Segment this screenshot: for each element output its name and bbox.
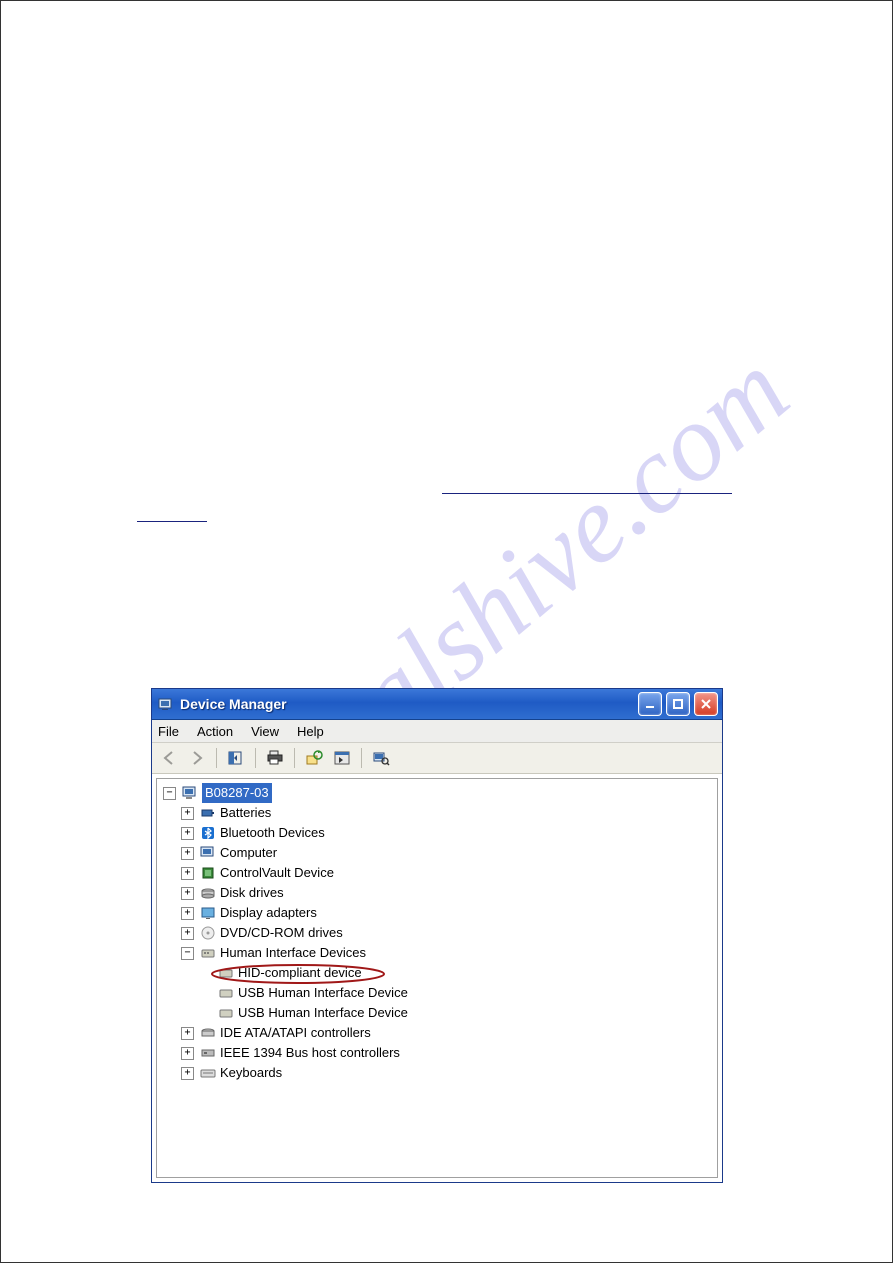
node-label: Bluetooth Devices xyxy=(220,823,325,843)
expander-icon[interactable]: + xyxy=(181,907,194,920)
expander-icon[interactable]: + xyxy=(181,887,194,900)
bluetooth-icon xyxy=(200,825,216,841)
window-controls xyxy=(638,692,718,716)
menubar: File Action View Help xyxy=(152,720,722,743)
tree-node-display[interactable]: + Display adapters xyxy=(157,903,717,923)
app-icon xyxy=(158,696,174,712)
battery-icon xyxy=(200,805,216,821)
scan-hardware-button[interactable] xyxy=(368,745,394,771)
toolbar-separator xyxy=(216,748,217,768)
ide-controller-icon xyxy=(200,1025,216,1041)
tree-node-keyboards[interactable]: + Keyboards xyxy=(157,1063,717,1083)
node-label: Batteries xyxy=(220,803,271,823)
optical-drive-icon xyxy=(200,925,216,941)
firewire-icon xyxy=(200,1045,216,1061)
tree-node-bluetooth[interactable]: + Bluetooth Devices xyxy=(157,823,717,843)
hid-device-icon xyxy=(218,985,234,1001)
tree-node-computer[interactable]: + Computer xyxy=(157,843,717,863)
device-manager-window: Device Manager File Action V xyxy=(151,688,723,1183)
node-label: Keyboards xyxy=(220,1063,282,1083)
node-label: Human Interface Devices xyxy=(220,943,366,963)
node-label: USB Human Interface Device xyxy=(238,1003,408,1023)
tree-node-dvd-cd[interactable]: + DVD/CD-ROM drives xyxy=(157,923,717,943)
expander-icon[interactable]: + xyxy=(181,807,194,820)
device-tree[interactable]: − B08287-03 + Batteries + xyxy=(156,778,718,1178)
node-label: USB Human Interface Device xyxy=(238,983,408,1003)
menu-file[interactable]: File xyxy=(158,724,179,739)
node-label: IEEE 1394 Bus host controllers xyxy=(220,1043,400,1063)
tree-root[interactable]: − B08287-03 xyxy=(157,783,717,803)
toolbar-separator-4 xyxy=(361,748,362,768)
menu-help[interactable]: Help xyxy=(297,724,324,739)
expander-icon[interactable]: − xyxy=(163,787,176,800)
maximize-button[interactable] xyxy=(666,692,690,716)
computer-icon xyxy=(200,845,216,861)
expander-icon[interactable]: − xyxy=(181,947,194,960)
display-icon xyxy=(200,905,216,921)
titlebar[interactable]: Device Manager xyxy=(152,689,722,720)
window-title: Device Manager xyxy=(180,696,638,712)
chip-icon xyxy=(200,865,216,881)
tree-node-hid[interactable]: − Human Interface Devices xyxy=(157,943,717,963)
tree-node-ieee1394[interactable]: + IEEE 1394 Bus host controllers xyxy=(157,1043,717,1063)
properties-button[interactable] xyxy=(329,745,355,771)
expander-icon[interactable]: + xyxy=(181,1047,194,1060)
root-label: B08287-03 xyxy=(202,783,272,803)
tree-node-usb-hid-1[interactable]: USB Human Interface Device xyxy=(157,983,717,1003)
expander-icon[interactable]: + xyxy=(181,927,194,940)
close-button[interactable] xyxy=(694,692,718,716)
tree-node-batteries[interactable]: + Batteries xyxy=(157,803,717,823)
node-label: Display adapters xyxy=(220,903,317,923)
expander-icon[interactable]: + xyxy=(181,847,194,860)
node-label: ControlVault Device xyxy=(220,863,334,883)
hid-device-icon xyxy=(218,1005,234,1021)
highlight-circle xyxy=(208,963,388,985)
toolbar xyxy=(152,743,722,774)
print-button[interactable] xyxy=(262,745,288,771)
expander-icon[interactable]: + xyxy=(181,867,194,880)
back-button[interactable] xyxy=(156,745,182,771)
page-frame: manualshive.com Device Manager xyxy=(0,0,893,1263)
update-driver-button[interactable] xyxy=(301,745,327,771)
forward-button[interactable] xyxy=(184,745,210,771)
menu-action[interactable]: Action xyxy=(197,724,233,739)
node-label: Computer xyxy=(220,843,277,863)
toolbar-separator-2 xyxy=(255,748,256,768)
keyboard-icon xyxy=(200,1065,216,1081)
expander-icon[interactable]: + xyxy=(181,1067,194,1080)
underline-left xyxy=(137,521,207,522)
show-hide-console-tree-button[interactable] xyxy=(223,745,249,771)
tree-node-ide[interactable]: + IDE ATA/ATAPI controllers xyxy=(157,1023,717,1043)
expander-icon[interactable]: + xyxy=(181,827,194,840)
node-label: Disk drives xyxy=(220,883,284,903)
expander-icon[interactable]: + xyxy=(181,1027,194,1040)
node-label: DVD/CD-ROM drives xyxy=(220,923,343,943)
computer-icon xyxy=(182,785,198,801)
underline-right xyxy=(442,493,732,494)
toolbar-separator-3 xyxy=(294,748,295,768)
node-label: IDE ATA/ATAPI controllers xyxy=(220,1023,371,1043)
tree-node-controlvault[interactable]: + ControlVault Device xyxy=(157,863,717,883)
minimize-button[interactable] xyxy=(638,692,662,716)
tree-node-disk-drives[interactable]: + Disk drives xyxy=(157,883,717,903)
tree-node-usb-hid-2[interactable]: USB Human Interface Device xyxy=(157,1003,717,1023)
menu-view[interactable]: View xyxy=(251,724,279,739)
hid-icon xyxy=(200,945,216,961)
disk-icon xyxy=(200,885,216,901)
